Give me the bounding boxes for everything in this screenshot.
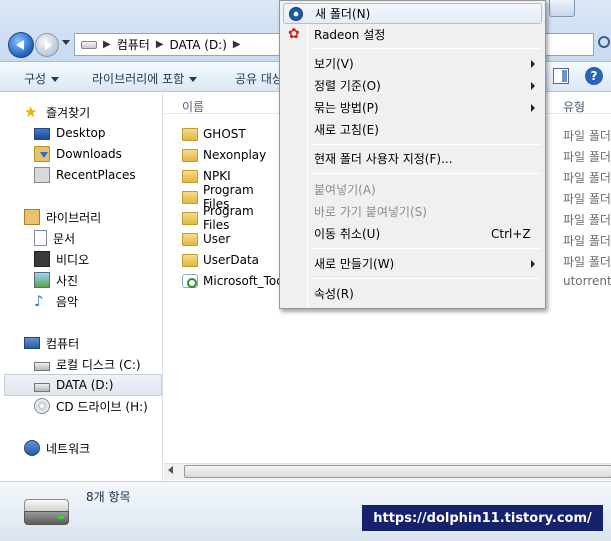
share-button[interactable]: 공유 대상 [235, 70, 283, 87]
chevron-right-icon[interactable]: ▶ [103, 39, 111, 50]
drive-icon [81, 40, 97, 49]
cd-drive-icon [34, 398, 50, 414]
menu-undo-move[interactable]: 이동 취소(U) Ctrl+Z [283, 223, 542, 244]
file-type: 파일 폴더 [563, 255, 611, 269]
forward-button[interactable] [35, 33, 59, 57]
menu-view[interactable]: 보기(V) [283, 53, 542, 74]
nav-libraries[interactable]: 라이브러리 [24, 207, 186, 227]
computer-icon [24, 337, 40, 349]
scrollbar-thumb[interactable] [184, 465, 611, 478]
breadcrumb-computer[interactable]: 컴퓨터 [117, 36, 150, 53]
organize-button[interactable]: 구성 [24, 70, 60, 87]
menu-new-folder[interactable]: 새 폴더(N) [283, 3, 542, 24]
folder-icon [182, 190, 198, 204]
library-icon [24, 209, 40, 225]
caret-down-icon [189, 77, 198, 82]
caret-down-icon [51, 77, 60, 82]
menu-separator [311, 48, 541, 49]
menu-customize-folder[interactable]: 현재 폴더 사용자 지정(F)... [283, 148, 542, 169]
folder-icon [182, 169, 198, 183]
file-type: 파일 폴더 [563, 213, 611, 227]
chevron-right-icon[interactable]: ▶ [233, 39, 241, 50]
context-menu: 새 폴더(N) ✿ Radeon 설정 보기(V) 정렬 기준(O) 묶는 방법… [279, 0, 546, 309]
history-dropdown-icon[interactable] [62, 40, 70, 45]
drive-icon [34, 362, 50, 371]
network-icon [24, 440, 40, 456]
breadcrumb-data-drive[interactable]: DATA (D:) [170, 38, 227, 52]
file-row[interactable]: GHOST [182, 124, 282, 144]
video-icon [34, 251, 50, 267]
submenu-arrow-icon [531, 260, 535, 268]
file-row[interactable]: Microsoft_Too [182, 271, 284, 291]
recent-places-icon [34, 167, 50, 183]
menu-properties[interactable]: 속성(R) [283, 283, 542, 304]
radeon-icon: ✿ [288, 26, 300, 42]
folder-icon [182, 211, 198, 225]
folder-icon [182, 232, 198, 246]
help-icon[interactable]: ? [585, 67, 603, 85]
file-type: 파일 폴더 [563, 129, 611, 143]
menu-separator [311, 144, 541, 145]
music-icon: ♪ [34, 292, 44, 310]
nav-network[interactable]: 네트워크 [24, 438, 186, 458]
menu-refresh[interactable]: 새로 고침(E) [283, 119, 542, 140]
document-icon [34, 230, 47, 246]
drive-icon [24, 499, 69, 527]
chevron-right-icon[interactable]: ▶ [156, 39, 164, 50]
menu-group-by[interactable]: 묶는 방법(P) [283, 97, 542, 118]
file-type: 파일 폴더 [563, 171, 611, 185]
star-icon: ★ [24, 103, 38, 121]
submenu-arrow-icon [531, 82, 535, 90]
include-in-library-button[interactable]: 라이브러리에 포함 [92, 70, 198, 87]
submenu-arrow-icon [531, 104, 535, 112]
file-type: 파일 폴더 [563, 192, 611, 206]
folder-icon [182, 148, 198, 162]
watermark: https://dolphin11.tistory.com/ [362, 505, 603, 531]
file-type: utorrent [563, 274, 611, 288]
menu-paste[interactable]: 붙여넣기(A) [283, 179, 542, 200]
new-folder-icon [289, 7, 303, 21]
menu-sort-by[interactable]: 정렬 기준(O) [283, 75, 542, 96]
desktop-icon [34, 128, 50, 140]
file-row[interactable]: User [182, 229, 282, 249]
menu-new[interactable]: 새로 만들기(W) [283, 253, 542, 274]
picture-icon [34, 272, 50, 288]
nav-computer[interactable]: 컴퓨터 [24, 333, 186, 353]
file-type: 파일 폴더 [563, 234, 611, 248]
menu-separator [311, 248, 541, 249]
maximize-button[interactable] [549, 0, 575, 17]
file-row[interactable]: Nexonplay [182, 145, 282, 165]
installer-file-icon [182, 274, 198, 288]
menu-separator [311, 173, 541, 174]
file-type: 파일 폴더 [563, 150, 611, 164]
item-count: 8개 항목 [86, 490, 131, 504]
file-row[interactable]: UserData [182, 250, 282, 270]
search-icon[interactable] [598, 36, 610, 48]
folder-icon [182, 127, 198, 141]
back-button[interactable] [8, 32, 34, 58]
menu-separator [311, 278, 541, 279]
folder-icon [182, 253, 198, 267]
drive-icon [34, 383, 50, 392]
downloads-folder-icon [34, 146, 50, 162]
menu-paste-shortcut[interactable]: 바로 가기 붙여넣기(S) [283, 201, 542, 222]
nav-data-drive-d[interactable]: DATA (D:) [4, 374, 162, 396]
menu-radeon-settings[interactable]: ✿ Radeon 설정 [283, 24, 542, 45]
preview-pane-icon[interactable] [553, 68, 569, 84]
submenu-arrow-icon [531, 60, 535, 68]
nav-favorites[interactable]: ★ 즐겨찾기 [24, 102, 186, 122]
file-row[interactable]: Program Files [182, 204, 282, 232]
scroll-left-icon[interactable] [168, 466, 173, 474]
